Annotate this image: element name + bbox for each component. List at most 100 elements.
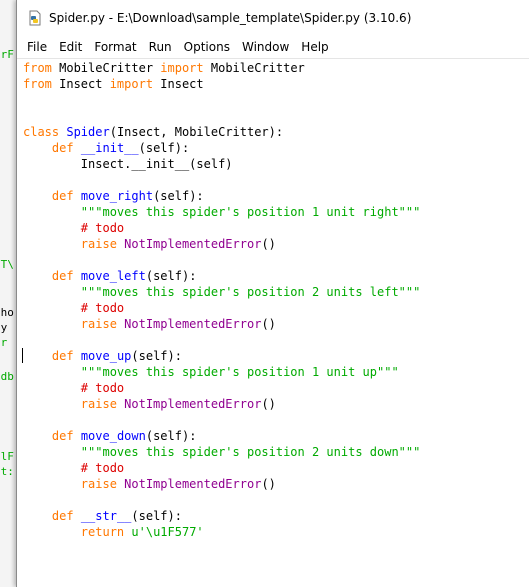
code-token: """moves this spider's position 2 units … — [80, 285, 421, 299]
menu-window[interactable]: Window — [236, 36, 295, 58]
code-line: """moves this spider's position 2 units … — [23, 444, 421, 460]
code-token: NotImplementedError — [124, 397, 262, 411]
code-token: """moves this spider's position 2 units … — [80, 445, 421, 459]
window-title: Spider.py - E:\Download\sample_template\… — [49, 11, 412, 25]
title-bar[interactable]: Spider.py - E:\Download\sample_template\… — [17, 0, 529, 36]
code-token: move_right — [80, 189, 154, 203]
background-text: cho — [0, 306, 14, 319]
code-token: # todo — [80, 381, 125, 395]
code-token: Insect.__init__(self) — [23, 157, 233, 171]
background-text: \r — [0, 336, 8, 349]
menu-options[interactable]: Options — [178, 36, 236, 58]
menu-help[interactable]: Help — [295, 36, 334, 58]
code-line: # todo — [23, 220, 420, 236]
code-token: () — [261, 397, 276, 411]
code-token: Spider — [66, 125, 110, 139]
menu-file[interactable]: File — [21, 36, 53, 58]
code-token: (self): — [138, 141, 190, 155]
python-file-icon — [29, 10, 41, 26]
code-editor[interactable]: from MobileCritter import MobileCritter f… — [17, 59, 529, 587]
code-text[interactable]: from MobileCritter import MobileCritter f… — [23, 60, 420, 540]
code-line: def move_right(self): — [23, 188, 420, 204]
code-token: raise — [80, 397, 117, 411]
idle-editor-window: Spider.py - E:\Download\sample_template\… — [16, 0, 529, 587]
code-token: Insect — [153, 77, 204, 91]
code-token: () — [261, 237, 276, 251]
text-cursor — [22, 348, 23, 363]
code-line: def move_up(self): — [23, 348, 420, 364]
code-token: Insect — [51, 77, 110, 91]
code-line: """moves this spider's position 2 units … — [23, 284, 421, 300]
code-line: raise NotImplementedError() — [23, 396, 420, 412]
code-token: def — [51, 429, 74, 443]
code-token: move_left — [80, 269, 146, 283]
code-token: move_up — [80, 349, 132, 363]
code-token: (Insect, MobileCritter): — [109, 125, 284, 139]
code-token: MobileCritter — [203, 61, 305, 75]
menu-edit[interactable]: Edit — [53, 36, 88, 58]
code-token: NotImplementedError — [124, 237, 262, 251]
code-token: import — [160, 61, 204, 75]
background-text: odb — [0, 370, 14, 383]
code-token: raise — [80, 317, 117, 331]
code-line: # todo — [23, 380, 420, 396]
code-token: class — [23, 125, 60, 139]
code-token: """moves this spider's position 1 unit r… — [80, 205, 421, 219]
code-token: # todo — [80, 301, 125, 315]
code-line: Insect.__init__(self) — [23, 156, 420, 172]
code-line: def move_down(self): — [23, 428, 420, 444]
code-token: raise — [80, 237, 117, 251]
code-token: (self): — [131, 509, 182, 523]
code-line: # todo — [23, 460, 420, 476]
code-token: (self): — [145, 269, 197, 283]
code-line: def __str__(self): — [23, 508, 420, 524]
menu-bar: File Edit Format Run Options Window Help — [17, 36, 529, 59]
menu-format[interactable]: Format — [88, 36, 142, 58]
code-token: u'\u1F577' — [131, 525, 204, 539]
code-token: (self): — [131, 349, 182, 363]
code-token: from — [23, 61, 52, 75]
code-line: def __init__(self): — [23, 140, 420, 156]
menu-run[interactable]: Run — [143, 36, 178, 58]
code-line: raise NotImplementedError() — [23, 476, 420, 492]
code-line: class Spider(Insect, MobileCritter): — [23, 124, 420, 140]
code-token: MobileCritter — [51, 61, 161, 75]
code-token: def — [51, 189, 74, 203]
code-line: from Insect import Insect — [23, 76, 420, 92]
code-line: raise NotImplementedError() — [23, 316, 420, 332]
code-line: def move_left(self): — [23, 268, 420, 284]
background-text: alF — [0, 450, 14, 463]
code-token: # todo — [80, 221, 125, 235]
code-token: () — [261, 317, 276, 331]
code-token: () — [261, 477, 276, 491]
code-line: """moves this spider's position 1 unit u… — [23, 364, 420, 380]
code-line: return u'\u1F577' — [23, 524, 420, 540]
code-line: from MobileCritter import MobileCritter — [23, 60, 420, 76]
code-token: import — [109, 77, 154, 91]
code-token: raise — [80, 477, 117, 491]
code-token: return — [80, 525, 125, 539]
